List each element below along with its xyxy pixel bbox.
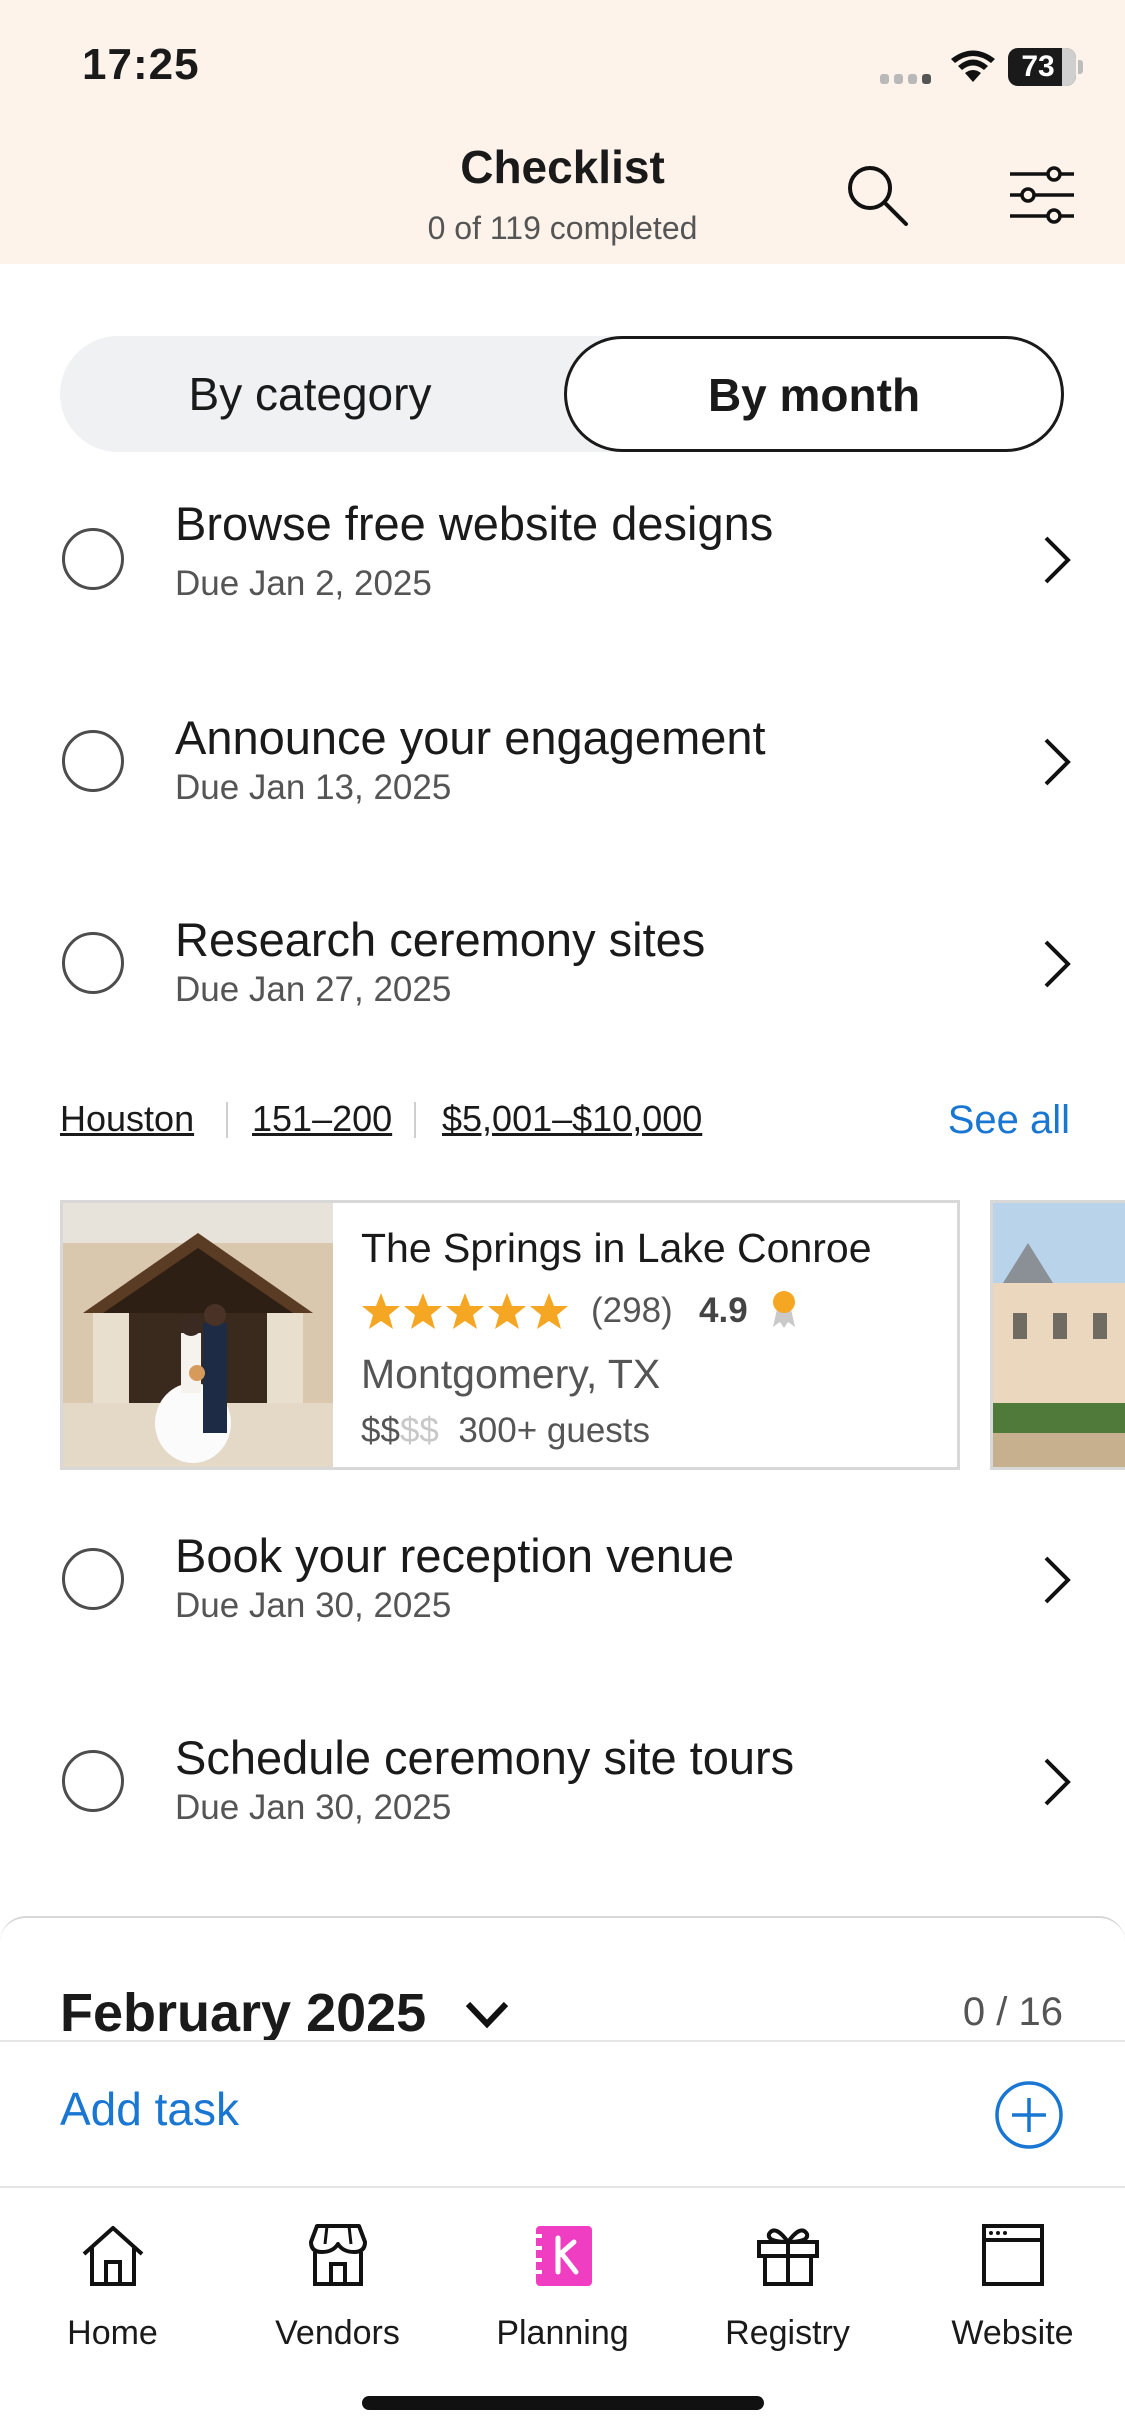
- month-task-count: 0 / 16: [962, 1990, 1063, 2034]
- task-checkbox[interactable]: [62, 932, 124, 994]
- vendor-name: The Springs in Lake Conroe: [361, 1225, 872, 1271]
- tab-label: Vendors: [275, 2314, 400, 2352]
- vendor-filters: Houston 151–200 $5,001–$10,000 See all: [60, 1098, 1070, 1148]
- home-icon: [82, 2226, 144, 2286]
- vendor-location: Montgomery, TX: [361, 1351, 661, 1397]
- task-title: Browse free website designs: [175, 500, 774, 550]
- tab-registry[interactable]: Registry: [675, 2212, 900, 2362]
- status-time: 17:25: [82, 40, 200, 89]
- star-icon: [530, 1293, 568, 1329]
- task-row[interactable]: Schedule ceremony site tours Due Jan 30,…: [0, 1726, 1125, 1876]
- search-icon[interactable]: [842, 160, 912, 230]
- chevron-right-icon: [1044, 1556, 1071, 1604]
- task-due-date: Due Jan 13, 2025: [175, 768, 452, 807]
- see-all-link[interactable]: See all: [948, 1098, 1070, 1143]
- add-task-bar[interactable]: Add task: [0, 2040, 1125, 2186]
- tab-label: Registry: [725, 2314, 850, 2352]
- price-level: $$: [361, 1411, 400, 1450]
- tab-label: Home: [67, 2314, 158, 2352]
- review-count: (298): [591, 1291, 673, 1330]
- budget-filter[interactable]: $5,001–$10,000: [442, 1098, 702, 1140]
- view-toggle: By category By month: [60, 336, 1064, 452]
- filter-sliders-icon[interactable]: [1008, 160, 1076, 230]
- completion-count: 0 of 119 completed: [427, 210, 698, 246]
- task-row[interactable]: Book your reception venue Due Jan 30, 20…: [0, 1524, 1125, 1674]
- by-category-tab[interactable]: By category: [60, 336, 560, 452]
- award-ribbon-icon: [773, 1291, 795, 1328]
- tab-planning[interactable]: Planning: [450, 2212, 675, 2362]
- battery-icon: 73: [1008, 48, 1076, 86]
- task-due-date: Due Jan 30, 2025: [175, 1788, 452, 1827]
- price-and-capacity: $$$$ 300+ guests: [361, 1411, 650, 1451]
- task-title: Book your reception venue: [175, 1529, 735, 1582]
- browser-window-icon: [982, 2224, 1044, 2286]
- chevron-right-icon: [1044, 940, 1071, 988]
- chevron-down-icon[interactable]: [462, 1996, 512, 2032]
- task-title: Research ceremony sites: [175, 913, 706, 966]
- chevron-right-icon: [1044, 1758, 1071, 1806]
- checklist-scroll-area[interactable]: Browse free website designs Due Jan 2, 2…: [0, 500, 1125, 2040]
- star-icon: [404, 1293, 442, 1329]
- guest-count-filter[interactable]: 151–200: [252, 1098, 392, 1140]
- task-due-date: Due Jan 27, 2025: [175, 970, 452, 1009]
- add-task-button[interactable]: Add task: [60, 2082, 239, 2136]
- tab-vendors[interactable]: Vendors: [225, 2212, 450, 2362]
- task-checkbox[interactable]: [62, 1548, 124, 1610]
- task-due-date: Due Jan 2, 2025: [175, 564, 432, 603]
- task-checkbox[interactable]: [62, 1750, 124, 1812]
- task-row[interactable]: Browse free website designs Due Jan 2, 2…: [0, 500, 1125, 654]
- by-month-tab[interactable]: By month: [564, 336, 1064, 452]
- task-checkbox[interactable]: [62, 730, 124, 792]
- task-title: Announce your engagement: [175, 711, 766, 764]
- header: 17:25 73 Checklist 0 of 119 completed: [0, 0, 1125, 264]
- vendor-card[interactable]: The Springs in Lake Conroe (298) 4.9 Mon…: [60, 1200, 960, 1470]
- battery-level: 73: [1021, 50, 1055, 83]
- location-filter[interactable]: Houston: [60, 1098, 194, 1140]
- task-row[interactable]: Research ceremony sites Due Jan 27, 2025: [0, 908, 1125, 1058]
- chevron-right-icon: [1044, 738, 1071, 786]
- star-icon: [446, 1293, 484, 1329]
- page-title: Checklist: [460, 141, 665, 193]
- planning-icon: [534, 2226, 592, 2286]
- tab-website[interactable]: Website: [900, 2212, 1125, 2362]
- tab-label: Planning: [496, 2314, 629, 2352]
- task-title: Schedule ceremony site tours: [175, 1731, 795, 1784]
- rating-value: 4.9: [699, 1291, 748, 1330]
- wifi-icon: [951, 50, 995, 82]
- guest-capacity: 300+ guests: [458, 1411, 651, 1450]
- month-title[interactable]: February 2025: [60, 1982, 426, 2044]
- tab-label: Website: [951, 2314, 1074, 2352]
- star-icon: [362, 1293, 400, 1329]
- add-circle-icon[interactable]: [994, 2080, 1064, 2150]
- venue-photo: [63, 1203, 333, 1467]
- tab-home[interactable]: Home: [0, 2212, 225, 2362]
- vendor-card-next[interactable]: [990, 1200, 1125, 1470]
- task-due-date: Due Jan 30, 2025: [175, 1586, 452, 1625]
- chevron-right-icon: [1044, 536, 1071, 584]
- gift-icon: [757, 2228, 819, 2286]
- venue-photo: [993, 1203, 1125, 1467]
- task-row[interactable]: Announce your engagement Due Jan 13, 202…: [0, 706, 1125, 856]
- home-indicator[interactable]: [362, 2396, 764, 2410]
- task-checkbox[interactable]: [62, 528, 124, 590]
- storefront-icon: [309, 2224, 367, 2286]
- price-level-dim: $$: [399, 1411, 439, 1450]
- cellular-signal-icon: [880, 72, 932, 84]
- star-icon: [488, 1293, 526, 1329]
